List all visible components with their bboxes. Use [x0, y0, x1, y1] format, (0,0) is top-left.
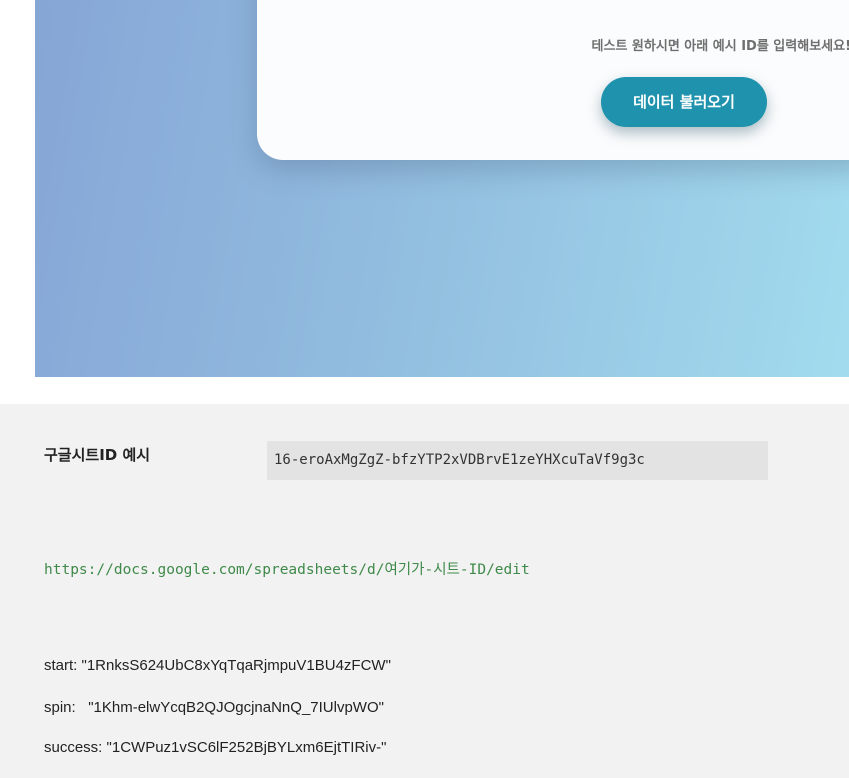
- example-id-key: spin:: [44, 699, 85, 716]
- example-id-spin: spin: "1Khm-elwYcqB2QJOgcjnaNnQ_7IUlvpWO…: [44, 699, 384, 716]
- example-id-value: "1Khm-elwYcqB2QJOgcjnaNnQ_7IUlvpWO": [88, 699, 384, 716]
- examples-section: 구글시트ID 예시 16-eroAxMgZgZ-bfzYTP2xVDBrvE1z…: [0, 404, 849, 778]
- hint-text: 테스트 원하시면 아래 예시 ID를 입력해보세요!: [591, 39, 849, 54]
- example-id-key: start:: [44, 657, 78, 674]
- sheet-url-example: https://docs.google.com/spreadsheets/d/여…: [44, 562, 530, 578]
- load-data-button[interactable]: 데이터 불러오기: [601, 77, 767, 127]
- hero-section: 테스트 원하시면 아래 예시 ID를 입력해보세요! 데이터 불러오기: [35, 0, 849, 377]
- sheet-id-example-value: 16-eroAxMgZgZ-bfzYTP2xVDBrvE1zeYHXcuTaVf…: [267, 441, 768, 480]
- example-id-value: "1RnksS624UbC8xYqTqaRjmpuV1BU4zFCW": [81, 657, 391, 674]
- example-id-value: "1CWPuz1vSC6lF252BjBYLxm6EjtTIRiv-": [106, 739, 387, 756]
- example-id-start: start: "1RnksS624UbC8xYqTqaRjmpuV1BU4zFC…: [44, 657, 391, 674]
- load-card: 테스트 원하시면 아래 예시 ID를 입력해보세요! 데이터 불러오기: [257, 0, 849, 160]
- example-id-success: success: "1CWPuz1vSC6lF252BjBYLxm6EjtTIR…: [44, 739, 386, 756]
- sheet-id-example-label: 구글시트ID 예시: [44, 446, 151, 464]
- example-id-key: success:: [44, 739, 103, 756]
